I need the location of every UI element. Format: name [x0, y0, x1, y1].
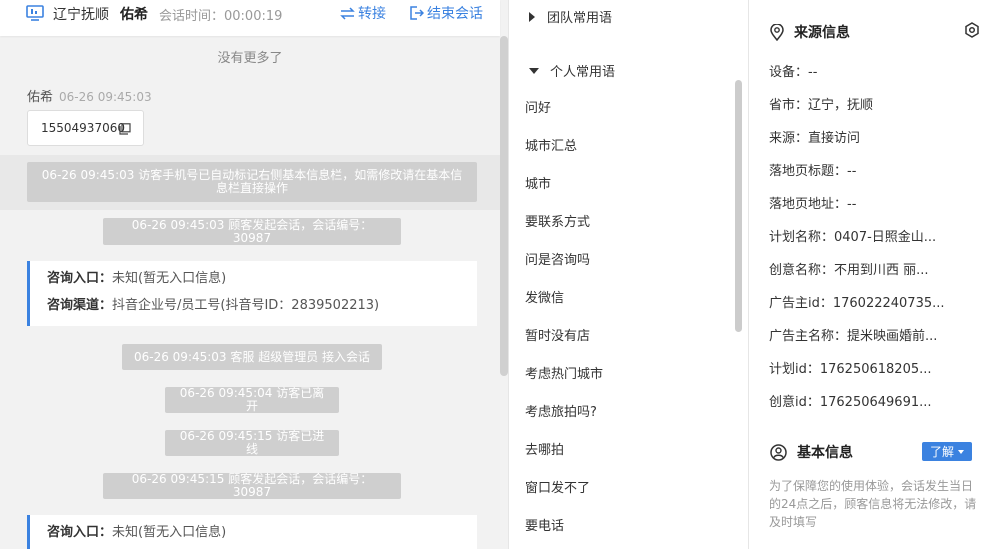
end-session-button[interactable]: 结束会话 — [410, 3, 483, 23]
system-message: 06-26 09:45:15 访客已进线 — [165, 430, 339, 456]
phrases-panel: 团队常用语 个人常用语 问好 城市汇总 城市 要联系方式 问是咨询吗 发微信 暂… — [509, 0, 749, 549]
basic-info-title: 基本信息 — [770, 442, 853, 462]
consult-info-card: 咨询入口：未知(暂无入口信息) — [27, 515, 477, 549]
chat-panel: 辽宁抚顺 佑希 会话时间：00:00:19 转接 结束会话 没有更多了 佑希 06… — [0, 0, 509, 549]
entry-value: 未知(暂无入口信息) — [112, 525, 227, 540]
phrase-item[interactable]: 暂时没有店 — [525, 325, 590, 344]
phrases-scrollbar[interactable] — [735, 80, 742, 332]
exit-icon — [410, 6, 424, 20]
card-row: 咨询入口：未知(暂无入口信息) — [47, 269, 477, 296]
system-message: 06-26 09:45:04 访客已离开 — [165, 387, 339, 413]
team-phrases-group[interactable]: 团队常用语 — [529, 7, 612, 26]
system-message: 06-26 09:45:03 访客手机号已自动标记右侧基本信息栏，如需修改请在基… — [27, 162, 477, 202]
entry-key: 咨询入口： — [47, 525, 113, 540]
caret-down-icon — [529, 67, 539, 74]
system-message: 06-26 09:45:03 顾客发起会话，会话编号：30987 — [103, 218, 401, 245]
visitor-info-panel: 来源信息 设备：-- 省市：辽宁，抚顺 来源：直接访问 落地页标题：-- 落地页… — [750, 0, 989, 549]
personal-phrases-group[interactable]: 个人常用语 — [529, 61, 615, 80]
phrase-item[interactable]: 城市 — [525, 173, 551, 192]
info-field: 创意名称：不用到川西 丽... — [769, 263, 929, 278]
group-label: 团队常用语 — [547, 11, 613, 26]
settings-icon[interactable] — [964, 22, 980, 38]
visitor-source: 辽宁抚顺 — [53, 7, 109, 23]
sender-time: 06-26 09:45:03 — [59, 90, 152, 104]
phrase-item[interactable]: 要电话 — [525, 515, 564, 534]
message-sender: 佑希 06-26 09:45:03 — [27, 86, 152, 105]
phrase-item[interactable]: 考虑热门城市 — [525, 363, 603, 382]
location-pin-icon — [770, 23, 784, 41]
channel-value: 抖音企业号/员工号(抖音号ID：2839502213) — [112, 298, 380, 313]
phrase-item[interactable]: 问好 — [525, 97, 551, 116]
phrase-item[interactable]: 考虑旅拍吗? — [525, 401, 597, 420]
card-row: 咨询渠道：抖音企业号/员工号(抖音号ID：2839502213) — [47, 296, 477, 323]
caret-right-icon — [529, 11, 535, 22]
transfer-icon — [340, 6, 355, 20]
monitor-icon — [26, 5, 44, 21]
sender-name: 佑希 — [27, 90, 54, 105]
session-time: 会话时间：00:00:19 — [159, 9, 283, 24]
phone-number: 15504937060 — [41, 121, 125, 135]
entry-value: 未知(暂无入口信息) — [112, 271, 227, 286]
phrase-item[interactable]: 要联系方式 — [525, 211, 590, 230]
info-field: 来源：直接访问 — [769, 131, 861, 146]
info-field: 计划名称：0407-日照金山... — [769, 230, 937, 245]
info-field: 计划id：176250618205... — [769, 362, 932, 377]
visitor-name: 佑希 — [120, 7, 148, 23]
caret-down-icon — [958, 449, 964, 454]
no-more-text: 没有更多了 — [217, 51, 283, 66]
info-field: 广告主名称：提米映画婚前... — [769, 329, 938, 344]
group-label: 个人常用语 — [550, 65, 616, 80]
info-field: 广告主id：176022240735... — [769, 296, 945, 311]
copy-icon[interactable] — [119, 123, 131, 135]
user-circle-icon — [770, 443, 787, 461]
chat-scrollbar[interactable] — [500, 36, 508, 376]
learn-more-dropdown[interactable]: 了解 — [922, 442, 972, 461]
transfer-button[interactable]: 转接 — [340, 3, 386, 23]
transfer-label: 转接 — [358, 6, 386, 22]
edit-notice: 为了保障您的使用体验，会话发生当日的24点之后，顾客信息将无法修改，请及时填写 — [769, 479, 977, 529]
phone-message: 15504937060 — [27, 110, 144, 146]
consult-info-card: 咨询入口：未知(暂无入口信息) 咨询渠道：抖音企业号/员工号(抖音号ID：283… — [27, 261, 477, 326]
source-info-title: 来源信息 — [770, 22, 850, 42]
chat-header: 辽宁抚顺 佑希 会话时间：00:00:19 转接 结束会话 — [0, 0, 500, 36]
system-message: 06-26 09:45:03 客服 超级管理员 接入会话 — [122, 344, 382, 370]
info-field: 创意id：176250649691... — [769, 395, 932, 410]
info-field: 省市：辽宁，抚顺 — [769, 98, 874, 113]
phrase-item[interactable]: 城市汇总 — [525, 135, 577, 154]
section-label: 基本信息 — [797, 445, 853, 461]
entry-key: 咨询入口： — [47, 271, 113, 286]
info-field: 设备：-- — [769, 65, 818, 80]
section-label: 来源信息 — [794, 25, 850, 41]
phrase-item[interactable]: 问是咨询吗 — [525, 249, 590, 268]
phrase-item[interactable]: 发微信 — [525, 287, 564, 306]
end-session-label: 结束会话 — [427, 6, 483, 22]
learn-label: 了解 — [929, 445, 954, 459]
info-field: 落地页标题：-- — [769, 164, 857, 179]
system-message: 06-26 09:45:15 顾客发起会话，会话编号：30987 — [103, 473, 401, 499]
card-row: 咨询入口：未知(暂无入口信息) — [47, 523, 477, 549]
phrase-item[interactable]: 窗口发不了 — [525, 477, 590, 496]
phrase-item[interactable]: 去哪拍 — [525, 439, 564, 458]
channel-key: 咨询渠道： — [47, 298, 113, 313]
info-field: 落地页地址：-- — [769, 197, 857, 212]
